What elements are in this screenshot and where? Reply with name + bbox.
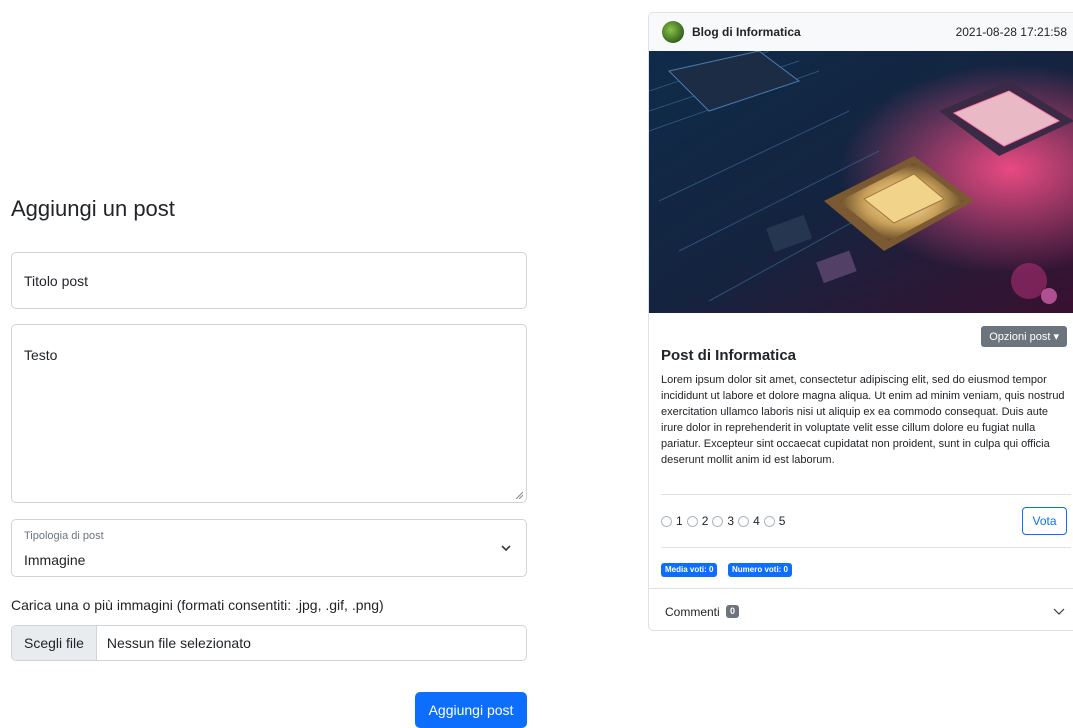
post-type-label: Tipologia di post	[24, 530, 104, 542]
post-text-placeholder: Testo	[24, 347, 58, 363]
vote-button[interactable]: Vota	[1022, 507, 1067, 535]
post-type-value: Immagine	[24, 552, 86, 568]
rating-option-5[interactable]: 5	[763, 514, 786, 528]
file-status-text: Nessun file selezionato	[106, 635, 251, 651]
radio-icon[interactable]	[738, 515, 750, 527]
post-card: Blog di Informatica 2021-08-28 17:21:58	[648, 12, 1073, 631]
radio-icon[interactable]	[712, 515, 724, 527]
choose-file-button[interactable]: Scegli file	[12, 626, 97, 660]
rating-option-label: 2	[701, 514, 709, 528]
post-title-input[interactable]: Titolo post	[11, 252, 527, 309]
card-header: Blog di Informatica 2021-08-28 17:21:58	[649, 13, 1073, 52]
post-title: Post di Informatica	[661, 347, 797, 364]
post-type-select[interactable]: Tipologia di post Immagine	[11, 519, 527, 577]
resize-handle-icon[interactable]	[515, 491, 523, 499]
average-votes-badge: Media voti: 0	[661, 563, 718, 577]
post-text-textarea[interactable]: Testo	[11, 324, 527, 503]
radio-icon[interactable]	[661, 515, 672, 527]
rating-option-label: 5	[778, 514, 786, 528]
form-heading: Aggiungi un post	[11, 196, 175, 221]
divider	[661, 547, 1071, 548]
divider	[661, 494, 1071, 495]
post-options-dropdown[interactable]: Opzioni post ▾	[981, 326, 1067, 347]
comments-accordion-toggle[interactable]: Commenti 0	[649, 588, 1073, 630]
rating-radio-group: 1 2 3 4 5	[661, 514, 789, 528]
comments-count-badge: 0	[726, 605, 740, 618]
rating-option-label: 4	[753, 514, 760, 528]
comments-label: Commenti	[665, 605, 720, 619]
post-body: Lorem ipsum dolor sit amet, consectetur …	[661, 374, 1065, 466]
post-date: 2021-08-28 17:21:58	[955, 25, 1067, 39]
rating-option-3[interactable]: 3	[712, 514, 734, 528]
radio-icon[interactable]	[763, 515, 775, 527]
caret-down-icon: ▾	[1053, 331, 1059, 343]
vote-count-badge: Numero voti: 0	[728, 563, 793, 577]
rating-option-label: 1	[676, 514, 683, 528]
rating-option-2[interactable]: 2	[686, 514, 709, 528]
rating-option-1[interactable]: 1	[661, 514, 683, 528]
post-options-label: Opzioni post	[989, 331, 1051, 343]
post-image	[649, 51, 1073, 313]
add-post-button[interactable]: Aggiungi post	[415, 692, 527, 728]
post-title-placeholder: Titolo post	[24, 273, 89, 289]
avatar	[662, 21, 684, 43]
rating-option-4[interactable]: 4	[738, 514, 760, 528]
upload-label: Carica una o più immagini (formati conse…	[11, 597, 384, 613]
radio-icon[interactable]	[686, 515, 698, 527]
file-input[interactable]: Scegli file Nessun file selezionato	[11, 625, 527, 661]
blog-name[interactable]: Blog di Informatica	[692, 25, 801, 39]
rating-option-label: 3	[727, 514, 735, 528]
chevron-down-icon	[1053, 608, 1065, 615]
chevron-down-icon	[501, 545, 511, 552]
